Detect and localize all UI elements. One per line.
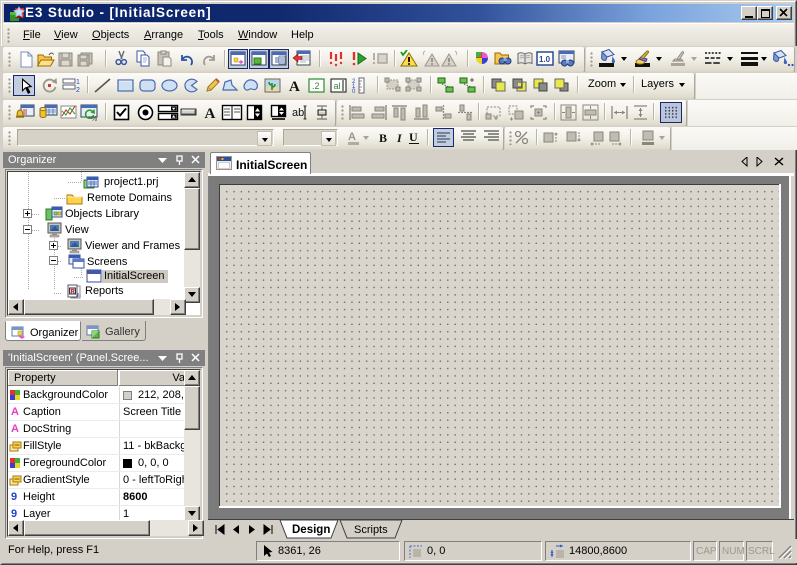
svg-text:ab: ab [292,107,304,119]
svg-text:2: 2 [76,87,80,94]
svg-text:B: B [379,131,387,145]
svg-text:U: U [409,130,418,144]
svg-text:A: A [289,79,300,95]
svg-text:A: A [348,131,356,143]
svg-text:R: R [71,290,76,296]
svg-text:.2: .2 [312,81,320,91]
svg-text:I: I [396,131,403,145]
svg-text:Design: Design [292,524,330,536]
svg-text:0: 0 [352,89,356,95]
svg-text:Scripts: Scripts [354,524,388,536]
svg-text:A: A [205,106,216,122]
svg-text:%: % [91,116,97,122]
svg-text:1.0: 1.0 [539,55,551,64]
svg-text:al: al [334,81,341,91]
svg-text:1: 1 [76,79,80,86]
